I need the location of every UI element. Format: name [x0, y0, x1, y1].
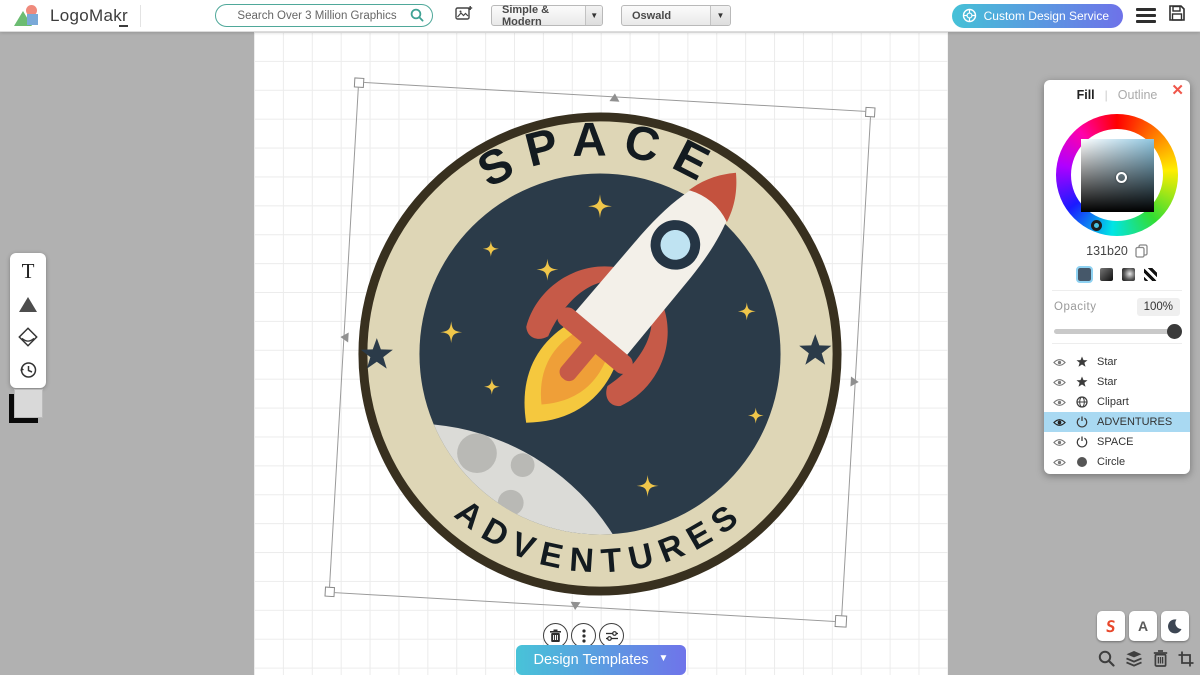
diamond-icon — [17, 326, 39, 348]
brand-name: LogoMakr — [50, 6, 128, 26]
layer-row-circle[interactable]: Circle — [1044, 452, 1190, 472]
opacity-slider[interactable] — [1054, 329, 1180, 334]
export-buttons: S A — [1097, 611, 1189, 641]
visibility-eye-icon[interactable] — [1053, 358, 1066, 367]
letter-a-icon: A — [1138, 618, 1148, 634]
sv-selector[interactable] — [1116, 172, 1127, 183]
text-power-icon — [1076, 436, 1088, 448]
layers-icon[interactable] — [1125, 650, 1143, 667]
color-wheel[interactable] — [1056, 114, 1178, 236]
visibility-eye-icon[interactable] — [1053, 378, 1066, 387]
font-button[interactable]: A — [1129, 611, 1157, 641]
search-icon[interactable] — [410, 8, 424, 27]
ellipsis-icon — [582, 629, 586, 643]
sliders-icon — [605, 630, 619, 642]
layer-row-star-1[interactable]: Star — [1044, 352, 1190, 372]
hex-color-value[interactable]: 131b20 — [1086, 244, 1128, 258]
visibility-eye-icon[interactable] — [1053, 438, 1066, 447]
canvas-tools — [1098, 650, 1194, 667]
trash-icon — [549, 629, 562, 643]
zoom-icon[interactable] — [1098, 650, 1115, 667]
trash-icon[interactable] — [1153, 650, 1168, 667]
layer-row-star-2[interactable]: Star — [1044, 372, 1190, 392]
tab-fill[interactable]: Fill — [1077, 88, 1095, 102]
chevron-down-icon: ▼ — [585, 6, 602, 25]
visibility-eye-icon[interactable] — [1053, 398, 1066, 407]
linear-gradient-swatch[interactable] — [1100, 268, 1113, 281]
menu-icon[interactable] — [1136, 5, 1156, 26]
text-tool-button[interactable]: T — [15, 259, 41, 283]
style-dropdown[interactable]: Simple & Modern ▼ — [491, 5, 603, 26]
design-templates-button[interactable]: Design Templates ▼ — [516, 645, 686, 675]
fill-type-swatches — [1044, 268, 1190, 281]
lifebuoy-icon — [962, 8, 977, 23]
layer-row-adventures[interactable]: ADVENTURES — [1044, 412, 1190, 432]
radial-gradient-swatch[interactable] — [1122, 268, 1135, 281]
layer-row-space[interactable]: SPACE — [1044, 432, 1190, 452]
history-icon — [18, 360, 38, 380]
top-bar: LogoMakr Simple & Modern ▼ Oswald ▼ Cust… — [0, 0, 1200, 32]
font-dropdown[interactable]: Oswald ▼ — [621, 5, 731, 26]
svg-export-button[interactable]: S — [1097, 611, 1125, 641]
close-icon[interactable]: ✕ — [1171, 83, 1184, 98]
opacity-label: Opacity — [1054, 301, 1097, 313]
hue-selector[interactable] — [1091, 220, 1102, 231]
left-toolbar: T — [10, 253, 46, 388]
custom-design-service-button[interactable]: Custom Design Service — [952, 4, 1123, 28]
visibility-eye-icon[interactable] — [1053, 418, 1066, 427]
logo-artwork[interactable]: SPACE ADVENTURES — [352, 106, 848, 602]
visibility-eye-icon[interactable] — [1053, 458, 1066, 467]
globe-icon — [1076, 396, 1088, 408]
moon-icon — [1167, 618, 1183, 634]
opacity-value: 100% — [1137, 298, 1180, 316]
s-logo-icon: S — [1105, 617, 1117, 636]
crop-icon[interactable] — [1178, 650, 1194, 667]
history-tool-button[interactable] — [15, 358, 41, 382]
current-color-swatch[interactable] — [14, 389, 43, 418]
chevron-down-icon: ▼ — [659, 653, 669, 664]
tab-outline[interactable]: Outline — [1118, 88, 1158, 102]
solid-fill-swatch[interactable] — [1078, 268, 1091, 281]
add-image-icon[interactable] — [455, 5, 473, 26]
dark-mode-button[interactable] — [1161, 611, 1189, 641]
layer-row-clipart[interactable]: Clipart — [1044, 392, 1190, 412]
text-power-icon — [1076, 416, 1088, 428]
star-icon — [1076, 376, 1088, 388]
circle-icon — [1076, 456, 1088, 468]
triangle-icon — [19, 297, 37, 312]
save-icon[interactable] — [1168, 4, 1186, 27]
opacity-slider-knob[interactable] — [1167, 324, 1182, 339]
copy-icon[interactable] — [1135, 244, 1148, 258]
shapes-tool-button[interactable] — [15, 292, 41, 316]
graphics-tool-button[interactable] — [15, 325, 41, 349]
search-input[interactable] — [215, 4, 433, 27]
fill-panel: Fill | Outline ✕ 131b20 Opacity 100% Sta… — [1044, 80, 1190, 474]
pattern-swatch[interactable] — [1144, 268, 1157, 281]
logomakr-logo-icon — [14, 4, 40, 28]
star-icon — [1076, 356, 1088, 368]
layers-list: Star Star Clipart ADVENTURES SPACE Circl… — [1044, 352, 1190, 472]
chevron-down-icon: ▼ — [710, 6, 730, 25]
